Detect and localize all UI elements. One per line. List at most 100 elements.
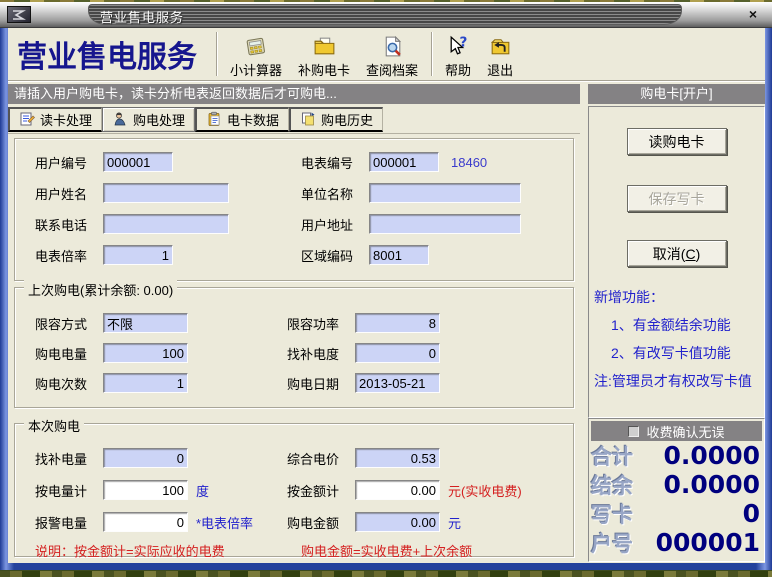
admin-note: 注:管理员才有权改写卡值: [594, 371, 762, 391]
balance-value: 0.0000: [664, 470, 760, 499]
unit-name-input[interactable]: [370, 185, 520, 201]
purchase-money-field-frame: [355, 512, 440, 532]
close-button[interactable]: ×: [744, 6, 762, 23]
by-money-label: 按金额计: [287, 481, 355, 500]
card-actions-panel: 读购电卡 保存写卡 取消(C) 新增功能： 1、有金额结余功能 2、有改写卡值功…: [588, 106, 765, 418]
save-write-card-button[interactable]: 保存写卡: [627, 185, 727, 212]
exit-button-label: 退出: [487, 60, 513, 79]
calculator-icon: [244, 34, 269, 59]
user-id-field-frame: [103, 152, 173, 172]
desktop-background-bottom: [0, 571, 772, 577]
person-icon: [112, 111, 128, 127]
purchase-count-input[interactable]: [104, 375, 187, 391]
header-row: 营业售电服务 小计算器: [8, 28, 765, 81]
status-message-bar: 请插入用户购电卡，读卡分析电表返回数据后才可购电...: [8, 84, 580, 104]
user-id-label: 用户编号: [35, 153, 103, 172]
cancel-button[interactable]: 取消(C): [627, 240, 727, 267]
alarm-amount-unit: *电表倍率: [196, 513, 253, 532]
purchase-count-field-frame: [103, 373, 188, 393]
calculator-button-label: 小计算器: [230, 60, 282, 79]
exit-folder-icon: [488, 34, 513, 59]
address-field-frame: [369, 214, 521, 234]
repurchase-card-button-label: 补购电卡: [298, 60, 350, 79]
phone-label: 联系电话: [35, 215, 103, 234]
area-code-input[interactable]: [370, 247, 428, 263]
title-bar[interactable]: 营业售电服务 ×: [0, 2, 772, 28]
tab-purchase-history[interactable]: 购电历史: [289, 107, 383, 132]
area-code-label: 区域编码: [301, 246, 369, 265]
total-row: 户号 000001: [589, 528, 764, 557]
by-quantity-label: 按电量计: [35, 481, 103, 500]
write-card-label: 写卡: [591, 499, 633, 529]
calculator-button[interactable]: 小计算器: [222, 29, 290, 79]
limit-mode-input[interactable]: [104, 315, 187, 331]
cancel-label-post: ): [696, 246, 701, 262]
address-label: 用户地址: [301, 215, 369, 234]
tab-card-data[interactable]: 电卡数据: [195, 107, 289, 132]
tab-read-card[interactable]: 读卡处理: [8, 107, 102, 132]
fee-confirm-checkbox[interactable]: [628, 426, 639, 437]
cancel-label-pre: 取消(: [653, 246, 686, 262]
cancel-label-key: C: [685, 246, 695, 262]
combined-price-input[interactable]: [356, 450, 439, 466]
by-money-input[interactable]: [356, 482, 439, 498]
by-quantity-input[interactable]: [104, 482, 187, 498]
alarm-amount-label: 报警电量: [35, 513, 103, 532]
unit-name-field-frame: [369, 183, 521, 203]
meter-id-input[interactable]: [370, 154, 438, 170]
purchase-date-field-frame: [355, 373, 440, 393]
combined-price-label: 综合电价: [287, 449, 355, 468]
address-input[interactable]: [370, 216, 520, 232]
limit-power-input[interactable]: [356, 315, 439, 331]
view-archives-button[interactable]: 查阅档案: [358, 29, 426, 79]
purchase-money-input[interactable]: [356, 514, 439, 530]
totals-panel: 收费确认无误 合计 0.0000 结余 0.0000 写卡 0: [588, 418, 765, 562]
toolbar-separator: [216, 32, 217, 76]
right-panel-title: 购电卡[开户]: [588, 84, 765, 104]
purchase-energy-input[interactable]: [104, 345, 187, 361]
app-window: 营业售电服务 × 营业售电服务: [0, 2, 772, 570]
purchase-energy-label: 购电电量: [35, 344, 103, 363]
balance-label: 结余: [591, 470, 633, 500]
tab-purchase[interactable]: 购电处理: [102, 107, 195, 132]
account-number-value: 000001: [656, 528, 760, 557]
new-features-notes: 新增功能： 1、有金额结余功能 2、有改写卡值功能 注:管理员才有权改写卡值: [589, 267, 764, 391]
write-card-value: 0: [743, 499, 760, 528]
meter-ratio-label: 电表倍率: [35, 246, 103, 265]
account-number-label: 户号: [591, 528, 633, 558]
adjust-degree-label: 找补电度: [287, 344, 355, 363]
adjust-degree-input[interactable]: [356, 345, 439, 361]
new-features-title: 新增功能：: [594, 287, 762, 307]
read-card-button[interactable]: 读购电卡: [627, 128, 727, 155]
help-button[interactable]: ? 帮助: [437, 29, 479, 79]
exit-button[interactable]: 退出: [479, 29, 521, 79]
help-icon: ?: [446, 34, 471, 59]
meter-id-label: 电表编号: [301, 153, 369, 172]
limit-mode-label: 限容方式: [35, 314, 103, 333]
tab-card-data-label: 电卡数据: [227, 110, 279, 129]
limit-power-label: 限容功率: [287, 314, 355, 333]
user-name-input[interactable]: [104, 185, 228, 201]
phone-input[interactable]: [104, 216, 228, 232]
user-info-groupbox: 用户编号 电表编号 18460 用户姓名: [14, 138, 574, 281]
purchase-date-input[interactable]: [356, 375, 439, 391]
purchase-count-label: 购电次数: [35, 374, 103, 393]
document-pen-icon: [19, 111, 35, 127]
meter-ratio-input[interactable]: [104, 247, 172, 263]
alarm-amount-input[interactable]: [104, 514, 187, 530]
user-name-field-frame: [103, 183, 229, 203]
by-money-field-frame: [355, 480, 440, 500]
by-quantity-field-frame: [103, 480, 188, 500]
adjust-amount-input[interactable]: [104, 450, 187, 466]
unit-name-label: 单位名称: [301, 184, 369, 203]
adjust-amount-field-frame: [103, 448, 188, 468]
repurchase-card-button[interactable]: 补购电卡: [290, 29, 358, 79]
help-button-label: 帮助: [445, 60, 471, 79]
window-frame: 营业售电服务 小计算器: [0, 28, 772, 570]
tab-read-card-label: 读卡处理: [40, 110, 92, 129]
tab-bar: 读卡处理 购电处理: [8, 105, 580, 134]
folder-card-icon: [312, 34, 337, 59]
purchase-money-label: 购电金额: [287, 513, 355, 532]
user-id-input[interactable]: [104, 154, 172, 170]
client-area: 营业售电服务 小计算器: [8, 28, 765, 563]
